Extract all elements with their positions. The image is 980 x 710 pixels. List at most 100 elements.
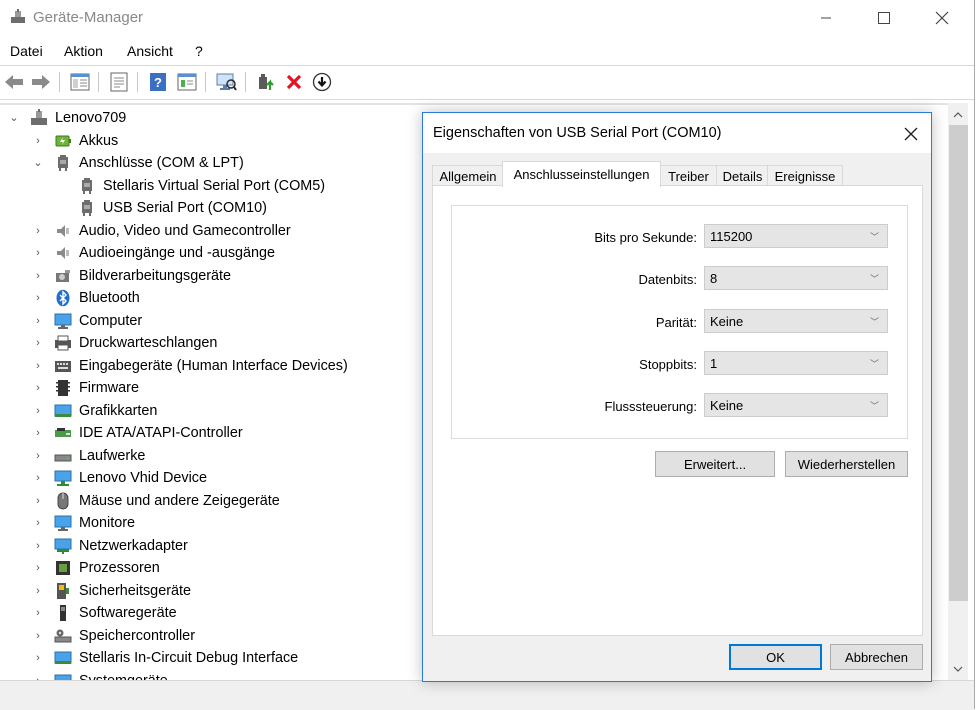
tree-category[interactable]: IDE ATA/ATAPI-Controller (54, 422, 243, 444)
chevron-right-icon[interactable]: › (33, 563, 43, 574)
bits-per-second-select[interactable]: 115200 ﹀ (704, 224, 888, 248)
flow-control-select[interactable]: Keine ﹀ (704, 393, 888, 417)
chevron-right-icon[interactable]: › (33, 450, 43, 461)
chevron-right-icon[interactable]: › (33, 495, 43, 506)
view-button[interactable] (176, 71, 198, 93)
maximize-button[interactable] (855, 0, 913, 36)
chevron-right-icon[interactable]: › (33, 383, 43, 394)
menu-ansicht[interactable]: Ansicht (127, 43, 173, 59)
help-button[interactable]: ? (147, 71, 169, 93)
tree-category[interactable]: Stellaris In-Circuit Debug Interface (54, 647, 298, 669)
scroll-up-icon[interactable] (948, 105, 968, 125)
mouse-icon (54, 492, 72, 510)
flow-control-label: Flusssteuerung: (604, 399, 698, 414)
disable-device-button[interactable] (311, 71, 333, 93)
display-adapter-icon (54, 402, 72, 420)
close-button[interactable] (913, 0, 971, 36)
chevron-right-icon[interactable]: › (33, 360, 43, 371)
tree-category[interactable]: Laufwerke (54, 445, 145, 467)
toolbar-separator (205, 72, 206, 92)
chevron-right-icon[interactable]: › (33, 608, 43, 619)
back-button[interactable] (3, 71, 25, 93)
tree-root[interactable]: Lenovo709 (30, 107, 126, 129)
tree-category[interactable]: Eingabegeräte (Human Interface Devices) (54, 355, 348, 377)
tree-category[interactable]: Mäuse und andere Zeigegeräte (54, 490, 280, 512)
tree-device[interactable]: Stellaris Virtual Serial Port (COM5) (78, 175, 325, 197)
tree-category[interactable]: Softwaregeräte (54, 602, 177, 624)
tree-category[interactable]: Firmware (54, 377, 139, 399)
chevron-right-icon[interactable]: › (33, 518, 43, 529)
minimize-button[interactable] (797, 0, 855, 36)
chevron-right-icon[interactable]: › (33, 473, 43, 484)
chevron-right-icon[interactable]: › (33, 428, 43, 439)
properties-dialog: Eigenschaften von USB Serial Port (COM10… (422, 112, 932, 682)
chevron-down-icon[interactable]: ⌄ (9, 113, 19, 124)
speaker-icon (54, 244, 72, 262)
chevron-right-icon[interactable]: › (33, 293, 43, 304)
scrollbar-thumb[interactable] (949, 125, 968, 601)
uninstall-device-button[interactable] (283, 71, 305, 93)
menu-aktion[interactable]: Aktion (64, 43, 103, 59)
tree-category[interactable]: Bildverarbeitungsgeräte (54, 265, 231, 287)
tree-item-label: Speichercontroller (79, 627, 195, 644)
tab-ereignisse[interactable]: Ereignisse (767, 165, 843, 186)
tree-category[interactable]: Sicherheitsgeräte (54, 580, 191, 602)
chevron-down-icon[interactable]: ⌄ (33, 158, 43, 169)
tree-category[interactable]: Akkus (54, 130, 118, 152)
chevron-right-icon[interactable]: › (33, 405, 43, 416)
tree-category[interactable]: Lenovo Vhid Device (54, 467, 207, 489)
update-driver-button[interactable] (255, 71, 277, 93)
chevron-right-icon[interactable]: › (33, 135, 43, 146)
chevron-right-icon[interactable]: › (33, 653, 43, 664)
minimize-icon (821, 17, 831, 19)
tree-category[interactable]: Netzwerkadapter (54, 535, 188, 557)
tree-item-label: USB Serial Port (COM10) (103, 200, 267, 216)
tree-category[interactable]: Druckwarteschlangen (54, 332, 217, 354)
data-bits-select[interactable]: 8 ﹀ (704, 266, 888, 290)
bits-per-second-label: Bits pro Sekunde: (594, 230, 697, 245)
show-hide-console-tree-button[interactable] (69, 71, 91, 93)
restore-defaults-button[interactable]: Wiederherstellen (785, 451, 908, 477)
tree-category[interactable]: Anschlüsse (COM & LPT) (54, 152, 244, 174)
tree-device[interactable]: USB Serial Port (COM10) (78, 197, 267, 219)
properties-button[interactable] (108, 71, 130, 93)
forward-button[interactable] (30, 71, 52, 93)
dialog-close-icon[interactable] (901, 124, 921, 144)
cancel-button[interactable]: Abbrechen (830, 644, 923, 670)
tree-category[interactable]: Audio, Video und Gamecontroller (54, 220, 291, 242)
toolbar: ? (0, 65, 974, 100)
chevron-right-icon[interactable]: › (33, 270, 43, 281)
chevron-right-icon[interactable]: › (33, 315, 43, 326)
tree-category[interactable]: Bluetooth (54, 287, 140, 309)
network-device-icon (54, 469, 72, 487)
parity-select[interactable]: Keine ﹀ (704, 309, 888, 333)
chevron-right-icon[interactable]: › (33, 585, 43, 596)
scroll-down-icon[interactable] (948, 659, 968, 679)
menu-help[interactable]: ? (195, 43, 203, 59)
update-driver-icon (259, 74, 274, 90)
chevron-right-icon[interactable]: › (33, 540, 43, 551)
tree-category[interactable]: Speichercontroller (54, 625, 195, 647)
tab-details[interactable]: Details (716, 165, 769, 186)
chevron-right-icon[interactable]: › (33, 630, 43, 641)
tree-category[interactable]: Grafikkarten (54, 400, 157, 422)
advanced-button[interactable]: Erweitert... (655, 451, 775, 477)
tree-category[interactable]: Computer (54, 310, 142, 332)
chevron-right-icon[interactable]: › (33, 225, 43, 236)
firmware-icon (54, 379, 72, 397)
ok-button[interactable]: OK (729, 644, 822, 670)
tab-anschlusseinstellungen[interactable]: Anschlusseinstellungen (502, 161, 661, 187)
scan-hardware-button[interactable] (215, 71, 237, 93)
download-circle-icon (312, 72, 332, 92)
chevron-right-icon[interactable]: › (33, 338, 43, 349)
tab-treiber[interactable]: Treiber (659, 165, 718, 186)
tree-category[interactable]: Audioeingänge und -ausgänge (54, 242, 275, 264)
chevron-right-icon[interactable]: › (33, 248, 43, 259)
stop-bits-select[interactable]: 1 ﹀ (704, 351, 888, 375)
window-border (974, 0, 975, 709)
menu-datei[interactable]: Datei (10, 43, 43, 59)
tab-allgemein[interactable]: Allgemein (432, 165, 504, 186)
tree-category[interactable]: Monitore (54, 512, 135, 534)
tree-category[interactable]: Prozessoren (54, 557, 160, 579)
monitor-icon (54, 514, 72, 532)
